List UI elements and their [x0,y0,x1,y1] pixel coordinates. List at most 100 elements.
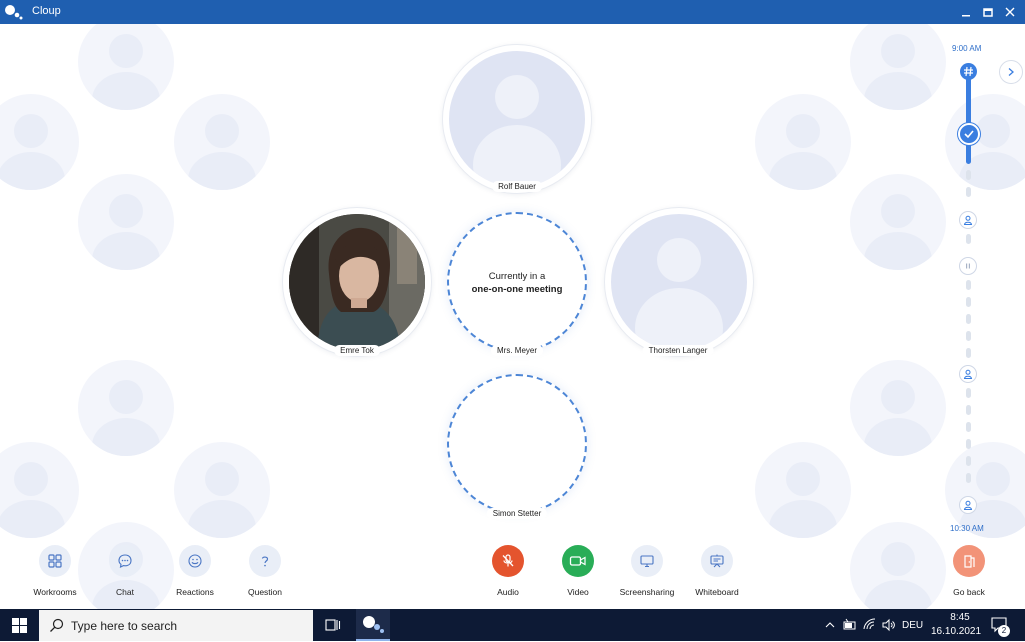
person-icon [963,215,973,225]
whiteboard-button[interactable]: Whiteboard [687,545,747,597]
timeline-meeting-node[interactable] [959,496,977,514]
exit-door-icon [964,555,975,568]
chat-bubble-icon [118,554,132,568]
start-button[interactable] [0,609,39,641]
close-window-button[interactable] [999,2,1021,22]
taskbar-search-box[interactable]: Type here to search [39,610,313,641]
input-language[interactable]: DEU [902,620,923,631]
ghost-avatar [174,94,270,190]
timeline-meeting-node[interactable] [959,211,977,229]
reactions-button[interactable]: Reactions [165,545,225,597]
status-line-2: one-on-one meeting [471,284,563,295]
participant-name-bottom: Simon Stetter [486,508,548,519]
pause-icon [966,263,970,269]
workrooms-label: Workrooms [33,587,77,597]
meeting-stage: Rolf Bauer Emre Tok Currently in a one-o… [0,24,1025,609]
audio-label: Audio [497,587,519,597]
go-back-button[interactable]: Go back [939,545,999,597]
notifications-button[interactable]: 2 [990,615,1012,637]
maximize-icon [983,8,993,17]
go-back-label: Go back [953,587,985,597]
ghost-avatar [850,24,946,110]
ghost-avatar [78,24,174,110]
whiteboard-icon [710,554,724,568]
question-button[interactable]: Question [235,545,295,597]
chat-label: Chat [116,587,134,597]
windows-logo-icon [12,617,27,633]
ghost-avatar [0,442,79,538]
timeline-current-node[interactable] [958,123,980,145]
cloup-app-icon [363,616,384,633]
person-icon [963,369,973,379]
ghost-avatar [755,94,851,190]
participant-avatar-right[interactable] [605,208,753,356]
chevron-up-icon[interactable] [825,621,835,629]
search-placeholder: Type here to search [71,619,178,633]
wifi-icon[interactable] [863,618,877,632]
screensharing-button[interactable]: Screensharing [617,545,677,597]
question-label: Question [247,587,283,597]
audio-button[interactable]: Audio [478,545,538,597]
minimize-icon [962,15,970,17]
notification-badge: 2 [998,625,1010,637]
screensharing-label: Screensharing [619,587,675,597]
ghost-avatar [78,174,174,270]
grid-icon [48,554,62,568]
clock-time[interactable]: 8:45 [945,612,975,623]
chevron-right-icon [1008,68,1014,76]
windows-taskbar: Type here to search DEU 8:45 16.10.2021 … [0,609,1025,641]
cloup-logo-icon [5,5,23,20]
monitor-icon [640,555,654,568]
ghost-avatar [850,174,946,270]
participant-avatar-top[interactable] [443,45,591,193]
battery-plug-icon[interactable] [843,618,857,632]
ghost-avatar [0,94,79,190]
ghost-avatar [945,94,1025,190]
ghost-avatar [174,442,270,538]
participant-avatar-left[interactable] [283,208,431,356]
ghost-avatar [850,522,946,609]
video-button[interactable]: Video [548,545,608,597]
hashtag-icon [964,66,973,77]
window-titlebar: Cloup [0,0,1025,24]
timeline-start-node[interactable] [960,63,977,80]
close-icon [1005,7,1015,17]
timeline-end-time: 10:30 AM [950,524,984,533]
checkmark-icon [964,130,974,139]
participant-name-center: Mrs. Meyer [491,345,543,356]
window-title: Cloup [32,5,61,17]
meeting-status-text: Currently in a one-on-one meeting [447,270,587,296]
reactions-label: Reactions [176,587,214,597]
person-photo-icon [289,214,425,350]
microphone-muted-icon [502,554,514,567]
participant-name-right: Thorsten Langer [642,345,714,356]
status-line-1: Currently in a [488,271,546,282]
video-label: Video [567,587,589,597]
participant-avatar-bottom[interactable] [447,374,587,514]
clock-date[interactable]: 16.10.2021 [931,626,981,637]
user-photo [289,214,425,350]
timeline-pause-node[interactable] [959,257,977,275]
participant-name-top: Rolf Bauer [492,181,542,192]
timeline-start-time: 9:00 AM [952,44,982,53]
question-mark-icon [261,556,269,567]
ghost-avatar [755,442,851,538]
whiteboard-label: Whiteboard [695,587,739,597]
chat-button[interactable]: Chat [95,545,155,597]
minimize-button[interactable] [955,2,977,22]
search-icon [50,618,64,632]
timeline-meeting-node[interactable] [959,365,977,383]
default-avatar-icon [611,214,747,350]
smiley-icon [188,554,202,568]
expand-panel-button[interactable] [999,60,1023,84]
maximize-button[interactable] [977,2,999,22]
speaker-icon[interactable] [881,618,895,632]
person-icon [963,500,973,510]
video-camera-icon [569,556,586,566]
workrooms-button[interactable]: Workrooms [25,545,85,597]
ghost-avatar [78,360,174,456]
cloup-taskbar-app[interactable] [356,609,390,641]
task-view-button[interactable] [318,609,348,641]
ghost-avatar [850,360,946,456]
task-view-icon [325,619,341,631]
